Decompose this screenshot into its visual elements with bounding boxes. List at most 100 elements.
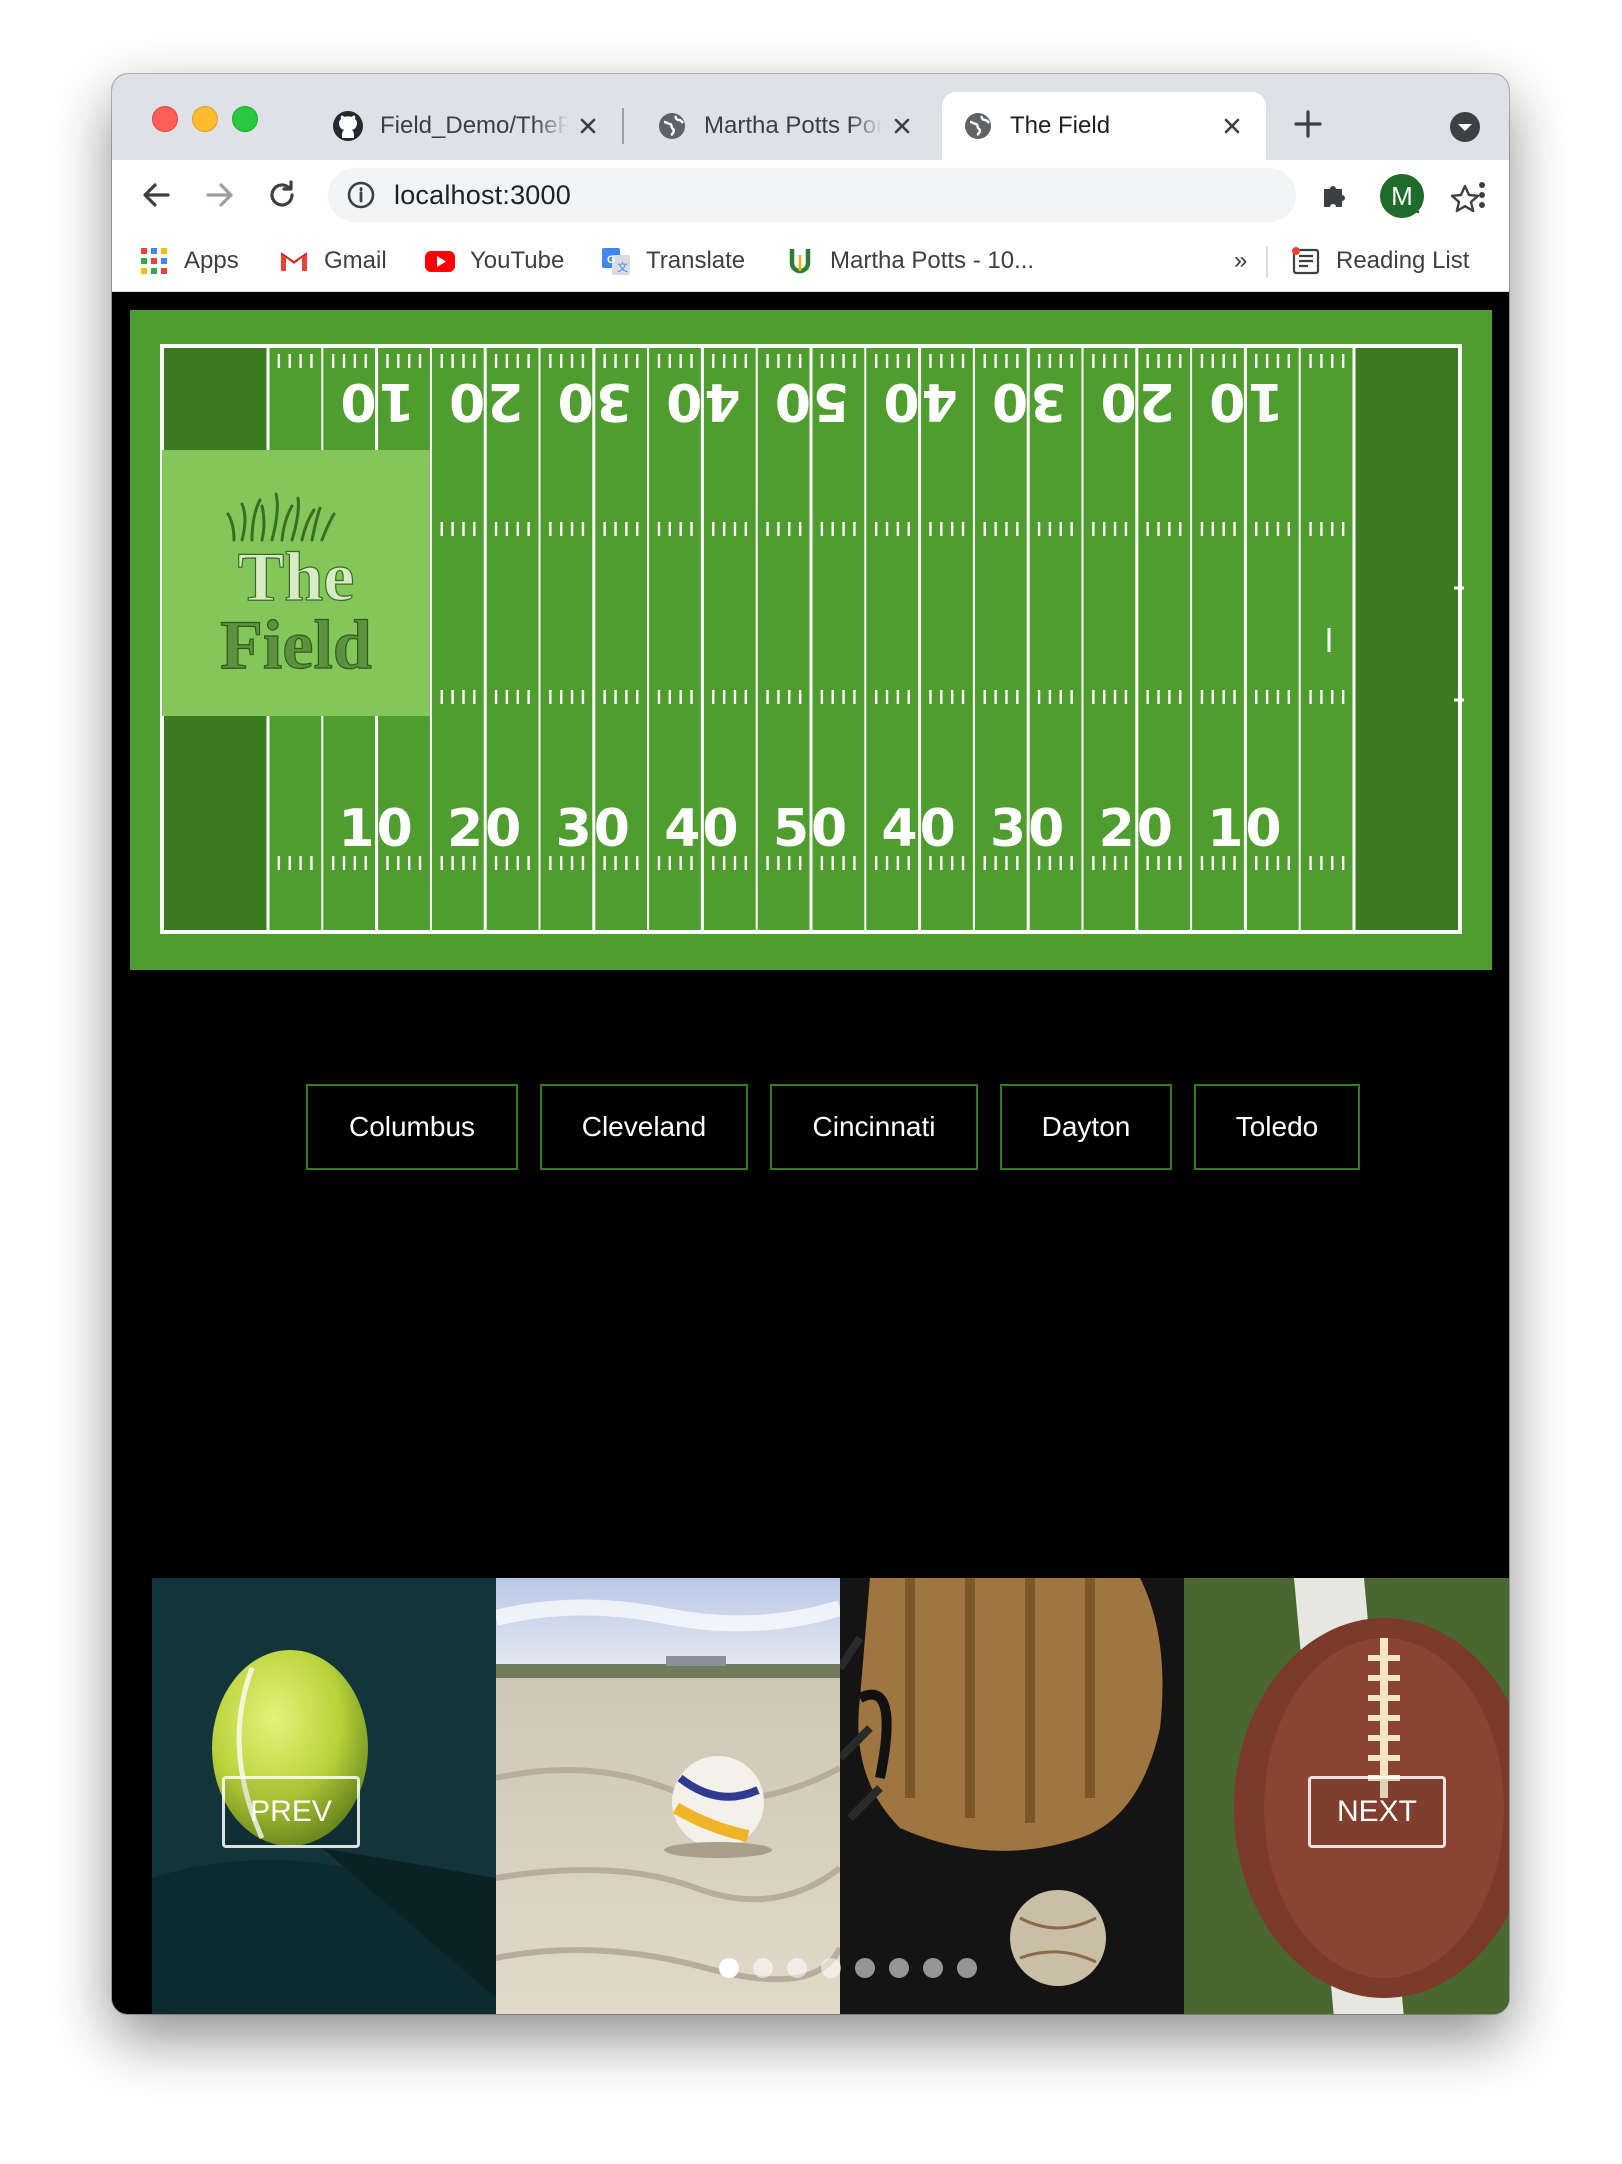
github-icon	[333, 111, 363, 141]
reload-icon[interactable]	[264, 177, 300, 213]
bookmark-translate[interactable]: G 文 Translate	[600, 244, 745, 278]
carousel-dots	[152, 1958, 1509, 1988]
yard-number-top: 30	[990, 371, 1066, 431]
carousel-dot[interactable]	[889, 1958, 909, 1978]
translate-icon: G 文	[602, 248, 630, 275]
football-field: 10 20 30 40 50 40 30 20 10 10 20 30 40 50 40 30 20 10 T	[130, 310, 1492, 970]
logo-line2: Field	[220, 607, 372, 684]
yard-number-top: 10	[338, 371, 414, 431]
yard-number-top: 30	[556, 371, 632, 431]
reading-list-button[interactable]: Reading List	[1290, 244, 1469, 278]
address-bar[interactable]: localhost:3000	[328, 168, 1480, 222]
reading-list-icon	[1292, 247, 1320, 275]
football-field-hero: 10 20 30 40 50 40 30 20 10 10 20 30 40 50 40 30 20 10 T	[130, 310, 1492, 970]
bookmarks-overflow-button[interactable]: »	[1234, 244, 1247, 278]
profile-avatar[interactable]: M	[1380, 174, 1424, 218]
city-buttons: Columbus Cleveland Cincinnati Dayton Tol…	[112, 1084, 1509, 1174]
close-window-button[interactable]	[152, 106, 178, 132]
bookmark-martha-potts[interactable]: Martha Potts - 10...	[784, 244, 1034, 278]
carousel-dot[interactable]	[719, 1958, 739, 1978]
carousel-dot[interactable]	[753, 1958, 773, 1978]
city-button-cincinnati[interactable]: Cincinnati	[770, 1084, 978, 1170]
city-button-dayton[interactable]: Dayton	[1000, 1084, 1172, 1170]
yard-number-bottom: 30	[990, 799, 1066, 859]
zoom-window-button[interactable]	[232, 106, 258, 132]
yard-number-top: 50	[773, 371, 849, 431]
close-tab-icon[interactable]	[576, 114, 600, 138]
tab-strip: Field_Demo/TheField Martha Potts Portfol…	[112, 74, 1509, 160]
bookmarks-bar: Apps Gmail YouTube G 文 Translate Martha …	[112, 230, 1509, 292]
reading-list-label: Reading List	[1336, 247, 1470, 274]
globe-icon	[965, 113, 991, 139]
yard-number-bottom: 40	[664, 799, 740, 859]
url-text: localhost:3000	[394, 179, 571, 210]
yard-numbers-bottom: 10 20 30 40 50 40 30 20 10	[338, 799, 1283, 859]
right-endzone	[1354, 346, 1460, 932]
bookmark-gmail[interactable]: Gmail	[278, 244, 387, 278]
yard-number-top: 20	[1099, 371, 1175, 431]
carousel-dot[interactable]	[957, 1958, 977, 1978]
bookmark-apps[interactable]: Apps	[138, 244, 239, 278]
yard-number-bottom: 50	[773, 799, 849, 859]
yard-number-bottom: 10	[338, 799, 414, 859]
bookmark-label: YouTube	[470, 247, 565, 274]
gmail-icon	[280, 252, 308, 271]
minimize-window-button[interactable]	[192, 106, 218, 132]
logo-line1: The	[238, 539, 355, 616]
yard-number-top: 10	[1207, 371, 1283, 431]
tab-separator	[622, 108, 624, 144]
yard-number-bottom: 20	[447, 799, 523, 859]
forward-arrow-icon[interactable]	[202, 177, 238, 213]
carousel-prev-button[interactable]: PREV	[222, 1776, 360, 1848]
extensions-puzzle-icon[interactable]	[1316, 177, 1352, 213]
carousel-dot[interactable]	[923, 1958, 943, 1978]
close-tab-icon[interactable]	[890, 114, 914, 138]
horseshoe-icon	[789, 249, 811, 274]
svg-text:文: 文	[617, 260, 628, 274]
yard-number-top: 40	[881, 371, 957, 431]
carousel-dot[interactable]	[821, 1958, 841, 1978]
more-menu-icon[interactable]	[1464, 177, 1500, 213]
bookmark-label: Martha Potts - 10...	[830, 247, 1035, 274]
browser-toolbar: localhost:3000 M	[112, 160, 1509, 230]
site-info-icon[interactable]	[346, 180, 376, 210]
tab-github[interactable]: Field_Demo/TheField	[312, 92, 622, 160]
yard-number-bottom: 30	[556, 799, 632, 859]
close-tab-icon[interactable]	[1220, 114, 1244, 138]
city-button-columbus[interactable]: Columbus	[306, 1084, 518, 1170]
carousel-dot[interactable]	[855, 1958, 875, 1978]
youtube-icon	[425, 251, 455, 272]
yard-number-bottom: 10	[1207, 799, 1283, 859]
tab-portfolio[interactable]: Martha Potts Portfolio	[636, 92, 936, 160]
volleyball-beach-image	[496, 1578, 840, 2014]
back-arrow-icon[interactable]	[138, 177, 174, 213]
bookmark-label: Translate	[646, 247, 746, 274]
the-field-logo: The Field	[162, 450, 430, 716]
tab-title: Field_Demo/TheField	[380, 112, 568, 139]
svg-text:G: G	[607, 254, 616, 266]
bookmark-label: Gmail	[324, 247, 387, 274]
bookmark-youtube[interactable]: YouTube	[424, 244, 564, 278]
tab-search-icon[interactable]	[1448, 110, 1482, 144]
yard-number-top: 40	[664, 371, 740, 431]
tab-title: Martha Potts Portfolio	[704, 112, 882, 139]
yard-number-top: 20	[447, 371, 523, 431]
city-button-cleveland[interactable]: Cleveland	[540, 1084, 748, 1170]
baseball-glove-image	[840, 1578, 1184, 2014]
yard-numbers-top: 10 20 30 40 50 40 30 20 10	[338, 371, 1283, 431]
apps-grid-icon	[141, 248, 167, 274]
city-button-toledo[interactable]: Toledo	[1194, 1084, 1360, 1170]
tab-title: The Field	[1010, 112, 1111, 139]
image-carousel: PREV NEXT	[152, 1578, 1509, 2014]
page-viewport: 10 20 30 40 50 40 30 20 10 10 20 30 40 50 40 30 20 10 T	[112, 292, 1509, 2014]
yard-number-bottom: 40	[881, 799, 957, 859]
bookmark-label: Apps	[184, 247, 239, 274]
tab-the-field[interactable]: The Field	[942, 92, 1266, 160]
yard-number-bottom: 20	[1099, 799, 1175, 859]
bookmarks-divider	[1266, 246, 1268, 278]
new-tab-icon[interactable]	[1290, 106, 1326, 142]
browser-window: Field_Demo/TheField Martha Potts Portfol…	[112, 74, 1509, 2014]
globe-icon	[659, 113, 685, 139]
carousel-next-button[interactable]: NEXT	[1308, 1776, 1446, 1848]
carousel-dot[interactable]	[787, 1958, 807, 1978]
